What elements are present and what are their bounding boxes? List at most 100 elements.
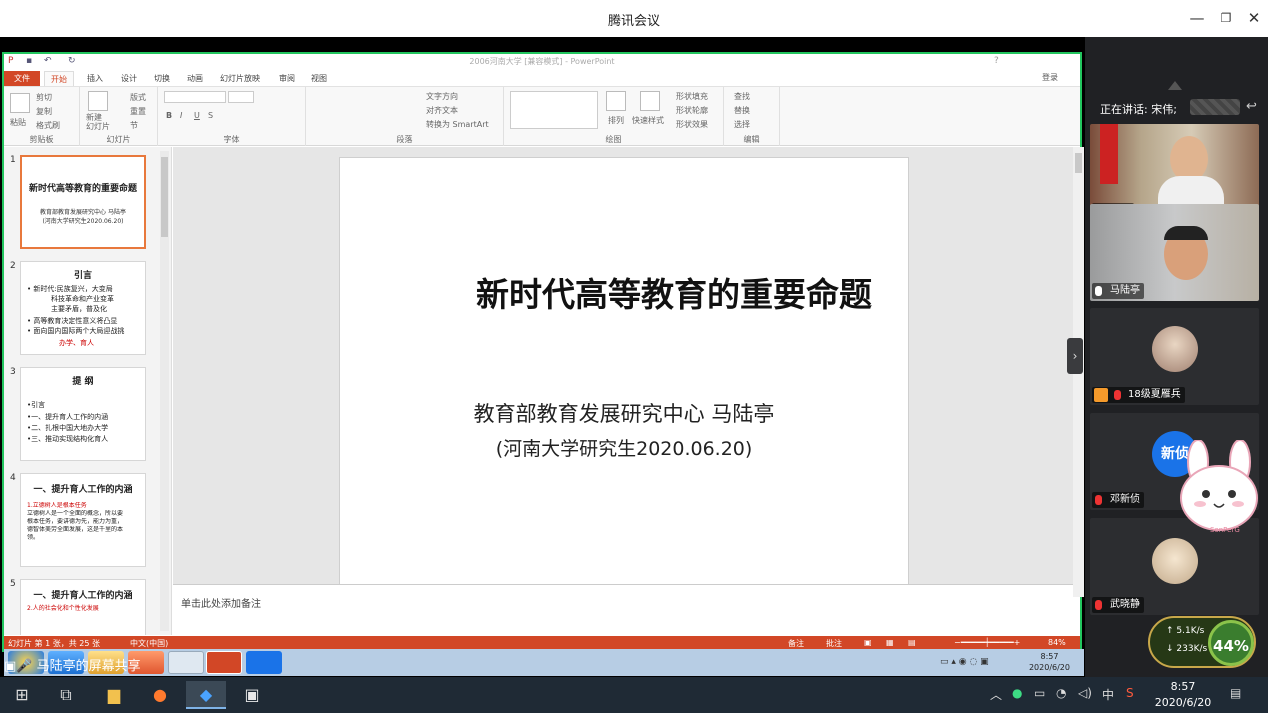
text-direction-button[interactable]: 文字方向: [426, 91, 458, 102]
zoom-slider[interactable]: −━━━━━┿━━━━━+: [954, 638, 1020, 647]
participant-tile-2[interactable]: 马陆亭: [1090, 204, 1259, 301]
network-speed-widget[interactable]: ↑ 5.1K/s ↓ 233K/s 44%: [1148, 612, 1263, 672]
tab-animations[interactable]: 动画: [180, 71, 210, 86]
notes-button[interactable]: 备注: [788, 638, 804, 649]
cut-button[interactable]: 剪切: [36, 92, 52, 103]
firefox-icon[interactable]: ●: [140, 681, 180, 709]
file-explorer-icon[interactable]: ▆: [94, 681, 134, 709]
powerpoint-taskbar-icon[interactable]: [206, 651, 242, 674]
battery-icon[interactable]: ▭: [1034, 686, 1045, 700]
arrange-button[interactable]: 排列: [608, 115, 624, 126]
taskbar-clock[interactable]: 8:57 2020/6/20: [1150, 679, 1216, 711]
smartart-button[interactable]: 转换为 SmartArt: [426, 119, 489, 130]
reset-button[interactable]: 重置: [130, 106, 146, 117]
quick-styles-button[interactable]: 快速样式: [632, 115, 664, 126]
back-icon[interactable]: ↩: [1246, 99, 1257, 114]
tab-review[interactable]: 审阅: [272, 71, 302, 86]
font-name-select[interactable]: [164, 91, 226, 103]
tab-file[interactable]: 文件: [4, 71, 40, 86]
arrange-icon[interactable]: [606, 91, 626, 111]
slide-thumbnail-3[interactable]: 提 纲 •引言 •一、提升育人工作的内涵 •二、扎根中国大地办大学 •三、推动实…: [20, 367, 146, 461]
tab-slideshow[interactable]: 幻灯片放映: [215, 71, 265, 86]
find-button[interactable]: 查找: [734, 91, 750, 102]
shape-effects-button[interactable]: 形状效果: [676, 119, 708, 130]
collapse-panel-button[interactable]: ›: [1067, 338, 1083, 374]
ime-indicator[interactable]: 中: [1102, 686, 1114, 703]
slide-title[interactable]: 新时代高等教育的重要命题: [340, 268, 908, 316]
tencent-meeting-icon[interactable]: ◆: [186, 681, 226, 709]
tab-insert[interactable]: 插入: [80, 71, 110, 86]
volume-icon[interactable]: ◁): [1078, 686, 1092, 700]
thumbnail-line: 科技革命和产业变革: [51, 295, 114, 303]
paste-button[interactable]: 粘贴: [10, 117, 26, 128]
close-button[interactable]: ✕: [1244, 8, 1264, 28]
reading-view-icon[interactable]: ▤: [908, 638, 916, 647]
task-view-icon[interactable]: ⧉: [46, 681, 86, 709]
participant-tile-3[interactable]: 18级夏雁兵: [1090, 308, 1259, 405]
bold-button[interactable]: B: [166, 111, 172, 120]
shape-fill-button[interactable]: 形状填充: [676, 91, 708, 102]
new-slide-button[interactable]: 新建 幻灯片: [86, 113, 110, 131]
slide-thumbnail-1[interactable]: 新时代高等教育的重要命题 教育部教育发展研究中心 马陆亭 (河南大学研究生202…: [20, 155, 146, 249]
current-slide[interactable]: 新时代高等教育的重要命题 教育部教育发展研究中心 马陆亭 (河南大学研究生202…: [339, 157, 909, 585]
tencent-meeting-taskbar-icon[interactable]: [246, 651, 282, 674]
windows-start-icon[interactable]: ⊞: [2, 681, 42, 709]
slide-thumbnail-4[interactable]: 一、提升育人工作的内涵 1.立德树人是根本任务 立德树人是一个全面的概念，所以要…: [20, 473, 146, 567]
scrollbar-thumb[interactable]: [161, 157, 168, 237]
tab-design[interactable]: 设计: [114, 71, 144, 86]
tab-home[interactable]: 开始: [44, 71, 74, 86]
app-icon[interactable]: ▣: [232, 681, 272, 709]
powerpoint-window: P ▪ ↶ ↻ 2006河南大学 [兼容模式] - PowerPoint ? 文…: [2, 52, 1084, 676]
underline-button[interactable]: U: [194, 111, 200, 120]
select-button[interactable]: 选择: [734, 119, 750, 130]
font-size-select[interactable]: [228, 91, 254, 103]
wifi-icon[interactable]: ◔: [1056, 686, 1066, 700]
restore-button[interactable]: ❐: [1216, 8, 1236, 28]
shadow-button[interactable]: S: [208, 111, 213, 120]
wechat-tray-icon[interactable]: ●: [1012, 686, 1022, 700]
shape-outline-button[interactable]: 形状轮廓: [676, 105, 708, 116]
slide-date[interactable]: (河南大学研究生2020.06.20): [340, 434, 908, 461]
shapes-gallery[interactable]: [510, 91, 598, 129]
notes-pane[interactable]: 单击此处添加备注: [173, 584, 1073, 635]
copy-button[interactable]: 复制: [36, 106, 52, 117]
thumbnail-line: •一、提升育人工作的内涵: [27, 413, 109, 421]
comments-button[interactable]: 批注: [826, 638, 842, 649]
avatar: [1152, 538, 1198, 584]
thumbnail-line: 教育部教育发展研究中心 马陆亭: [40, 209, 126, 216]
show-hidden-icons[interactable]: ︿: [990, 686, 1002, 703]
slide-thumbnail-5[interactable]: 一、提升育人工作的内涵 2.人的社会化和个性化发展: [20, 579, 146, 635]
tab-transitions[interactable]: 切换: [147, 71, 177, 86]
slide-thumbnail-2[interactable]: 引言 • 新时代:民族复兴，大变局 科技革命和产业变革 主要矛盾，普及化 • 高…: [20, 261, 146, 355]
quick-styles-icon[interactable]: [640, 91, 660, 111]
speaking-text: 正在讲话: 宋伟;: [1100, 103, 1177, 116]
login-link[interactable]: 登录: [1042, 72, 1058, 83]
thumbnail-scrollbar[interactable]: [160, 151, 169, 631]
slide-sorter-icon[interactable]: ▦: [886, 638, 894, 647]
upload-speed: ↑ 5.1K/s: [1166, 626, 1205, 636]
section-button[interactable]: 节: [130, 120, 138, 131]
remote-tray-icons[interactable]: ▭ ▴ ◉ ◌ ▣: [940, 657, 989, 667]
remote-clock: 8:57 2020/6/20: [1029, 651, 1070, 673]
italic-button[interactable]: I: [180, 111, 182, 120]
tab-view[interactable]: 视图: [304, 71, 334, 86]
align-text-button[interactable]: 对齐文本: [426, 105, 458, 116]
normal-view-icon[interactable]: ▣: [864, 638, 872, 647]
new-slide-icon[interactable]: [88, 91, 108, 111]
font-group: B I U S 字体: [158, 87, 306, 146]
minimize-button[interactable]: —: [1187, 8, 1207, 28]
paste-icon[interactable]: [10, 93, 30, 113]
paragraph-group-label: 段落: [396, 135, 413, 144]
scroll-up-icon[interactable]: [1168, 81, 1182, 90]
slide-subtitle[interactable]: 教育部教育发展研究中心 马陆亭: [340, 398, 908, 428]
help-icon[interactable]: ?: [994, 56, 1004, 66]
wechat-icon[interactable]: [168, 651, 204, 674]
sogou-icon[interactable]: S: [1126, 686, 1134, 700]
scrollbar-thumb[interactable]: [1075, 153, 1082, 173]
slide-thumbnail-panel: 1 新时代高等教育的重要命题 教育部教育发展研究中心 马陆亭 (河南大学研究生2…: [4, 147, 172, 635]
layout-button[interactable]: 版式: [130, 92, 146, 103]
notification-icon[interactable]: ▤: [1230, 686, 1241, 700]
zoom-level[interactable]: 84%: [1048, 638, 1066, 647]
format-painter-button[interactable]: 格式刷: [36, 120, 60, 131]
replace-button[interactable]: 替换: [734, 105, 750, 116]
